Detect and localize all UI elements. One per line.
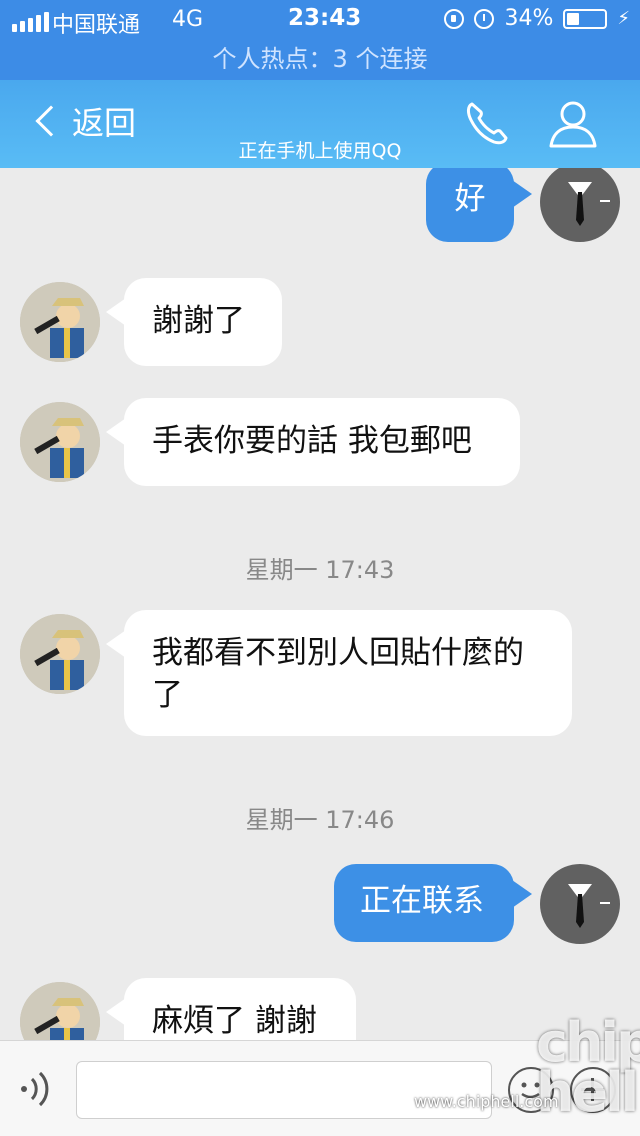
my-avatar[interactable] bbox=[540, 168, 620, 242]
contact-avatar[interactable] bbox=[20, 614, 100, 694]
timestamp: 星期一 17:43 bbox=[245, 556, 395, 584]
vault-boy-avatar-icon bbox=[20, 614, 100, 694]
battery-percent: 34% bbox=[504, 6, 554, 31]
signal-icon bbox=[12, 12, 49, 32]
charging-icon: ⚡ bbox=[617, 8, 630, 29]
message-bubble[interactable]: 我都看不到別人回貼什麼的了 bbox=[124, 610, 572, 736]
alarm-icon bbox=[474, 8, 495, 29]
bubble-tail bbox=[106, 630, 126, 658]
status-right: 34% ⚡ bbox=[444, 6, 630, 31]
message-bubble[interactable]: 好 bbox=[426, 168, 514, 242]
phone-icon[interactable] bbox=[462, 98, 512, 148]
vault-boy-avatar-icon bbox=[20, 282, 100, 362]
carrier-name: 中国联通 bbox=[52, 13, 141, 38]
status-time: 23:43 bbox=[288, 5, 362, 31]
watermark-url: www.chiphell.com bbox=[414, 1092, 559, 1111]
voice-icon[interactable] bbox=[14, 1065, 62, 1113]
vault-boy-avatar-icon bbox=[20, 982, 100, 1040]
bubble-tail bbox=[512, 880, 532, 908]
bubble-tail bbox=[512, 180, 532, 208]
vault-boy-avatar-icon bbox=[20, 402, 100, 482]
chevron-left-icon bbox=[35, 105, 67, 137]
suit-avatar-icon bbox=[568, 182, 610, 226]
bubble-tail bbox=[106, 418, 126, 446]
message-bubble[interactable]: 謝謝了 bbox=[124, 278, 282, 366]
battery-icon bbox=[563, 8, 608, 29]
message-bubble[interactable]: 正在联系 bbox=[334, 864, 514, 942]
chat-header: 返回 正在手机上使用QQ bbox=[0, 80, 640, 168]
suit-avatar-icon bbox=[568, 884, 610, 928]
bubble-tail bbox=[106, 298, 126, 326]
my-avatar[interactable] bbox=[540, 864, 620, 944]
status-bar: 中国联通 4G 23:43 34% ⚡ bbox=[0, 0, 640, 40]
hotspot-banner[interactable]: 个人热点：3 个连接 bbox=[0, 40, 640, 80]
message-list[interactable]: 好 謝謝了 手表你要的話 我包郵吧 星期一 17:43 我都看不到別人回貼什麼的… bbox=[0, 168, 640, 1040]
message-bubble[interactable]: 麻煩了 謝謝 bbox=[124, 978, 356, 1040]
contact-avatar[interactable] bbox=[20, 982, 100, 1040]
bubble-tail bbox=[106, 998, 126, 1026]
person-icon[interactable] bbox=[546, 96, 600, 150]
message-bubble[interactable]: 手表你要的話 我包郵吧 bbox=[124, 398, 520, 486]
chat-status-subtitle: 正在手机上使用QQ bbox=[238, 140, 402, 162]
orientation-lock-icon bbox=[444, 8, 465, 29]
contact-avatar[interactable] bbox=[20, 282, 100, 362]
contact-avatar[interactable] bbox=[20, 402, 100, 482]
network-type: 4G bbox=[172, 7, 204, 32]
timestamp: 星期一 17:46 bbox=[245, 806, 395, 834]
